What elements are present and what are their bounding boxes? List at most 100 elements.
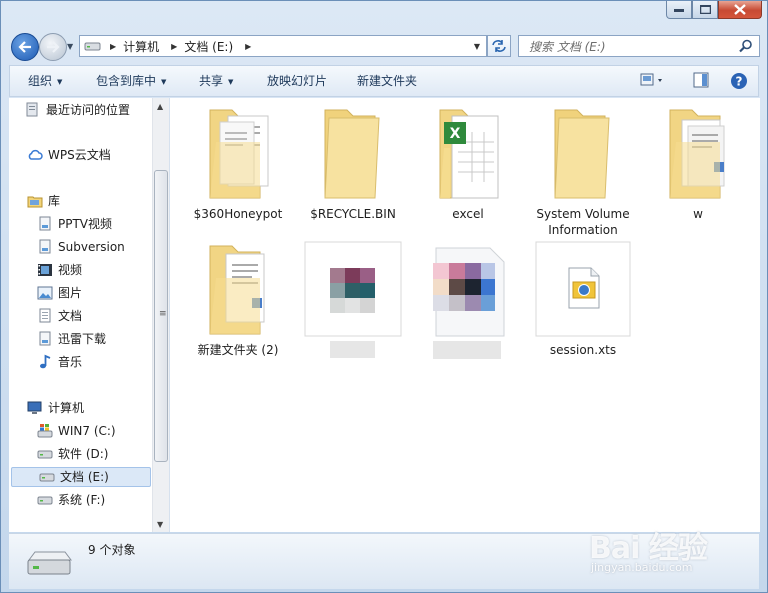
scroll-down-icon[interactable]: ▼	[157, 520, 163, 529]
sidebar-item-label: WIN7 (C:)	[58, 424, 116, 438]
include-in-library-button[interactable]: 包含到库中 ▼	[96, 66, 166, 96]
slideshow-label: 放映幻灯片	[267, 74, 328, 88]
grip-icon: ≡	[159, 309, 167, 319]
computer-icon	[27, 400, 43, 416]
sidebar-item-thunder-downloads[interactable]: 迅雷下载	[37, 329, 106, 349]
svg-text:X: X	[450, 126, 461, 142]
maximize-button[interactable]	[692, 1, 718, 19]
breadcrumb-separator-icon[interactable]: ▶	[171, 42, 177, 51]
breadcrumb-drive-e[interactable]: 文档 (E:)	[184, 38, 233, 55]
sidebar-item-wps-cloud[interactable]: WPS云文档	[27, 145, 111, 165]
sidebar-item-libraries[interactable]: 库	[27, 191, 60, 211]
sidebar-item-documents[interactable]: 文档	[37, 306, 82, 326]
sidebar-item-pptv[interactable]: PPTV视频	[37, 214, 112, 234]
document-icon	[37, 308, 53, 324]
minimize-button[interactable]	[666, 1, 692, 19]
sidebar-item-label: WPS云文档	[48, 148, 111, 162]
chevron-down-icon: ▼	[161, 77, 167, 86]
search-icon[interactable]	[739, 39, 753, 53]
sidebar-item-drive-e[interactable]: 文档 (E:)	[11, 467, 151, 487]
search-input[interactable]	[527, 37, 731, 57]
file-item[interactable]: X excel	[418, 102, 518, 222]
organize-button[interactable]: 组织 ▼	[28, 66, 62, 96]
window-controls	[666, 1, 762, 19]
file-name: session.xts	[549, 343, 617, 357]
breadcrumb-separator-icon[interactable]: ▶	[110, 42, 116, 51]
sidebar-item-subversion[interactable]: Subversion	[37, 237, 125, 257]
refresh-button[interactable]	[487, 35, 511, 57]
file-item[interactable]: System Volume Information	[533, 102, 633, 238]
breadcrumb-computer[interactable]: 计算机	[123, 38, 159, 55]
chevron-down-icon: ▼	[57, 77, 63, 86]
address-row: ▼ ▶ 计算机 ▶ 文档 (E:) ▶ ▼	[1, 29, 767, 63]
sidebar-item-pictures[interactable]: 图片	[37, 283, 82, 303]
file-list[interactable]: $360Honeypot $RECYCLE.BIN X excel System…	[170, 98, 760, 532]
scrollbar-thumb[interactable]: ≡	[154, 170, 168, 462]
share-label: 共享	[199, 74, 224, 88]
arrow-left-icon	[18, 41, 31, 53]
file-item[interactable]: session.xts	[533, 238, 633, 358]
sidebar-item-label: PPTV视频	[58, 217, 113, 231]
sidebar-item-computer[interactable]: 计算机	[27, 398, 84, 418]
view-options-button[interactable]	[640, 72, 666, 91]
svg-text:?: ?	[736, 75, 743, 89]
music-icon	[37, 354, 53, 370]
sidebar-item-label: 软件 (D:)	[58, 447, 109, 461]
drive-icon	[37, 492, 53, 508]
share-button[interactable]: 共享 ▼	[199, 66, 233, 96]
sidebar-item-label: 图片	[58, 286, 83, 300]
file-item-obscured[interactable]	[303, 238, 403, 367]
sidebar-item-label: 音乐	[58, 355, 83, 369]
view-icon	[640, 73, 662, 86]
file-item[interactable]: 新建文件夹 (2)	[188, 238, 288, 358]
explorer-window: ▼ ▶ 计算机 ▶ 文档 (E:) ▶ ▼ 组织 ▼ 包含到库中 ▼ 共享 ▼ 放映幻…	[0, 0, 768, 593]
file-name: $360Honeypot	[193, 207, 283, 221]
scroll-up-icon[interactable]: ▲	[157, 102, 163, 111]
pixelated-document-icon	[433, 247, 505, 359]
drive-icon	[39, 469, 55, 485]
help-button[interactable]: ?	[730, 72, 748, 93]
close-button[interactable]	[718, 1, 762, 19]
sidebar-item-drive-d[interactable]: 软件 (D:)	[37, 444, 108, 464]
navigation-scrollbar[interactable]: ▲ ≡ ▼	[152, 98, 169, 532]
preview-pane-button[interactable]	[693, 72, 709, 91]
navigation-pane[interactable]: 最近访问的位置 WPS云文档 库 PPTV视频 Subversion 视频 图片	[9, 98, 170, 532]
windows-drive-icon	[37, 423, 53, 439]
back-button[interactable]	[11, 33, 39, 61]
sidebar-item-label: 视频	[58, 263, 83, 277]
sidebar-item-videos[interactable]: 视频	[37, 260, 82, 280]
refresh-icon	[492, 40, 506, 52]
search-box[interactable]	[518, 35, 760, 57]
baidu-watermark: Bai 经验 jingyan.baidu.com	[589, 509, 761, 581]
file-item[interactable]: $RECYCLE.BIN	[303, 102, 403, 222]
new-folder-label: 新建文件夹	[357, 74, 418, 88]
file-item[interactable]: $360Honeypot	[188, 102, 288, 222]
folder-with-spreadsheet-icon: X	[439, 109, 499, 199]
address-bar[interactable]: ▶ 计算机 ▶ 文档 (E:) ▶ ▼	[79, 35, 487, 57]
sidebar-item-drive-f[interactable]: 系统 (F:)	[37, 490, 105, 510]
pictures-icon	[37, 285, 53, 301]
drive-icon	[27, 551, 72, 575]
forward-button[interactable]	[39, 33, 67, 61]
file-name: w	[693, 207, 703, 221]
sidebar-item-label: 系统 (F:)	[58, 493, 106, 507]
breadcrumb-separator-icon[interactable]: ▶	[245, 42, 251, 51]
sidebar-item-recent[interactable]: 最近访问的位置	[25, 100, 130, 120]
drive-icon	[84, 42, 101, 51]
include-in-library-label: 包含到库中	[96, 74, 157, 88]
file-item-obscured[interactable]	[418, 238, 518, 367]
sidebar-item-label: 计算机	[48, 401, 85, 415]
folder-with-documents-icon	[209, 245, 265, 335]
folder-with-documents-icon	[669, 109, 725, 199]
file-item[interactable]: w	[648, 102, 748, 222]
folder-with-documents-icon	[209, 109, 269, 199]
recent-places-icon	[25, 102, 41, 118]
sidebar-item-music[interactable]: 音乐	[37, 352, 82, 372]
new-folder-button[interactable]: 新建文件夹	[357, 66, 417, 96]
slideshow-button[interactable]: 放映幻灯片	[267, 66, 327, 96]
sidebar-item-drive-c[interactable]: WIN7 (C:)	[37, 421, 116, 441]
cloud-icon	[27, 147, 43, 163]
watermark-url: jingyan.baidu.com	[591, 561, 693, 574]
address-history-dropdown[interactable]: ▼	[474, 42, 480, 51]
recent-pages-dropdown[interactable]: ▼	[67, 42, 73, 51]
